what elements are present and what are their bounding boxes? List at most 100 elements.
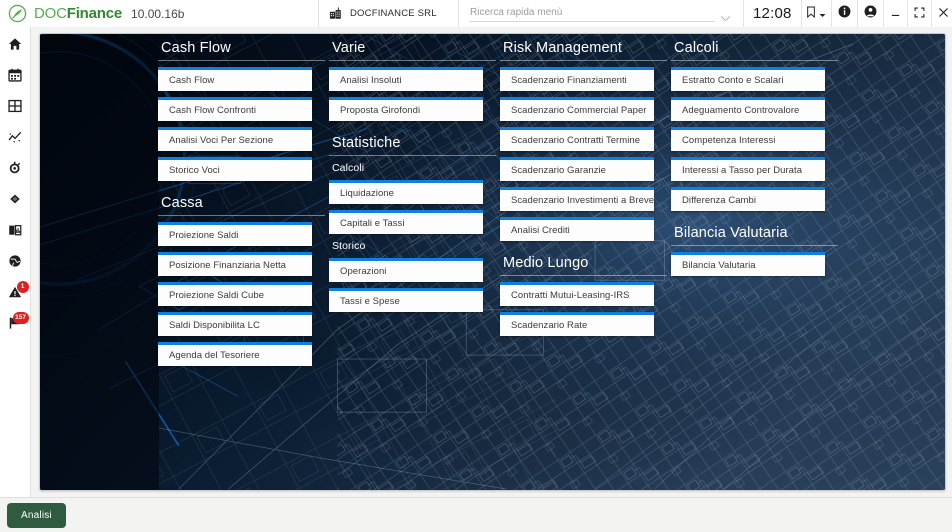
- menu-card-posizione-finanziaria-netta[interactable]: Posizione Finanziaria Netta: [158, 252, 312, 276]
- menu-card-operazioni[interactable]: Operazioni: [329, 258, 483, 282]
- menu-card-estratto-conto-e-scalari[interactable]: Estratto Conto e Scalari: [671, 67, 825, 91]
- menu-card-cash-flow[interactable]: Cash Flow: [158, 67, 312, 91]
- menu-card-scadenzario-finanziamenti[interactable]: Scadenzario Finanziamenti: [500, 67, 654, 91]
- chevron-down-icon[interactable]: [720, 9, 731, 22]
- menu-card-label: Agenda del Tesoriere: [169, 350, 260, 361]
- version-label: 10.00.16b: [131, 6, 185, 21]
- maximize-button[interactable]: [906, 0, 931, 27]
- close-icon: [938, 5, 949, 23]
- menu-card-label: Bilancia Valutaria: [682, 260, 756, 271]
- menu-card-competenza-interessi[interactable]: Competenza Interessi: [671, 127, 825, 151]
- app-title: DOCFinance: [34, 5, 122, 22]
- flags-badge: 157: [12, 312, 29, 324]
- menu-card-bilancia-valutaria[interactable]: Bilancia Valutaria: [671, 252, 825, 276]
- sidebar-item-flags[interactable]: 157: [0, 310, 31, 341]
- menu-card-label: Cash Flow Confronti: [169, 105, 257, 116]
- group-title-statistiche: Statistiche: [329, 135, 496, 156]
- menu-columns: Cash Flow Cash Flow Cash Flow Confronti …: [40, 34, 945, 490]
- left-sidebar: 1 157: [0, 27, 31, 497]
- menu-card-agenda-del-tesoriere[interactable]: Agenda del Tesoriere: [158, 342, 312, 366]
- company-selector[interactable]: DOCFINANCE SRL: [318, 0, 458, 27]
- menu-card-label: Scadenzario Finanziamenti: [511, 75, 627, 86]
- menu-card-adeguamento-controvalore[interactable]: Adeguamento Controvalore: [671, 97, 825, 121]
- menu-card-proiezione-saldi[interactable]: Proiezione Saldi: [158, 222, 312, 246]
- sidebar-item-analytics[interactable]: [0, 124, 31, 155]
- menu-card-scadenzario-rate[interactable]: Scadenzario Rate: [500, 312, 654, 336]
- open-book-icon: [8, 223, 22, 242]
- minimize-icon: [890, 5, 901, 23]
- menu-card-storico-voci[interactable]: Storico Voci: [158, 157, 312, 181]
- group-title-cash-flow: Cash Flow: [158, 40, 325, 61]
- menu-card-label: Scadenzario Rate: [511, 320, 588, 331]
- menu-card-proposta-girofondi[interactable]: Proposta Girofondi: [329, 97, 483, 121]
- menu-card-interessi-a-tasso-per-durata[interactable]: Interessi a Tasso per Durata: [671, 157, 825, 181]
- sidebar-item-tag[interactable]: [0, 186, 31, 217]
- caret-down-icon: [819, 5, 826, 23]
- maximize-icon: [914, 5, 925, 23]
- menu-card-label: Estratto Conto e Scalari: [682, 75, 784, 86]
- quick-search-area: [458, 0, 743, 27]
- menu-card-label: Analisi Crediti: [511, 225, 570, 236]
- clock-label: 12:08: [743, 0, 801, 27]
- group-title-calcoli: Calcoli: [671, 40, 838, 61]
- menu-card-cash-flow-confronti[interactable]: Cash Flow Confronti: [158, 97, 312, 121]
- menu-card-scadenzario-investimenti-a-breve[interactable]: Scadenzario Investimenti a Breve: [500, 187, 654, 211]
- menu-card-liquidazione[interactable]: Liquidazione: [329, 180, 483, 204]
- menu-card-label: Saldi Disponibilita LC: [169, 320, 260, 331]
- grid-table-icon: [8, 99, 22, 118]
- minimize-button[interactable]: [882, 0, 907, 27]
- menu-card-label: Interessi a Tasso per Durata: [682, 165, 803, 176]
- menu-card-analisi-insoluti[interactable]: Analisi Insoluti: [329, 67, 483, 91]
- search-input[interactable]: [470, 5, 715, 22]
- menu-card-contratti-mutui-leasing-irs[interactable]: Contratti Mutui-Leasing-IRS: [500, 282, 654, 306]
- menu-card-label: Operazioni: [340, 266, 387, 277]
- menu-card-label: Liquidazione: [340, 188, 394, 199]
- sidebar-item-world[interactable]: [0, 248, 31, 279]
- menu-card-capitali-e-tassi[interactable]: Capitali e Tassi: [329, 210, 483, 234]
- sidebar-item-settings[interactable]: [0, 155, 31, 186]
- brand-area: DOCFinance 10.00.16b: [0, 4, 318, 23]
- top-bar: DOCFinance 10.00.16b DOCFINANCE SRL Rice…: [0, 0, 952, 28]
- line-chart-icon: [8, 130, 22, 149]
- close-button[interactable]: [930, 0, 952, 27]
- docfinance-logo-icon: [8, 4, 27, 23]
- bookmark-button[interactable]: [800, 0, 831, 27]
- calendar-icon: [8, 68, 22, 87]
- menu-card-label: Tassi e Spese: [340, 296, 400, 307]
- menu-card-label: Analisi Insoluti: [340, 75, 402, 86]
- gear-icon: [8, 161, 22, 180]
- menu-card-label: Scadenzario Investimenti a Breve: [511, 195, 655, 206]
- group-title-cassa: Cassa: [158, 195, 325, 216]
- sidebar-item-calendar[interactable]: [0, 62, 31, 93]
- menu-column-4: Calcoli Estratto Conto e Scalari Adeguam…: [671, 40, 842, 490]
- account-button[interactable]: [856, 0, 883, 27]
- subgroup-title-calcoli: Calcoli: [332, 162, 365, 174]
- home-icon: [8, 37, 22, 56]
- menu-panel: Cash Flow Cash Flow Cash Flow Confronti …: [39, 33, 946, 491]
- menu-card-tassi-e-spese[interactable]: Tassi e Spese: [329, 288, 483, 312]
- menu-card-scadenzario-garanzie[interactable]: Scadenzario Garanzie: [500, 157, 654, 181]
- menu-card-saldi-disponibilita-lc[interactable]: Saldi Disponibilita LC: [158, 312, 312, 336]
- sidebar-item-reports[interactable]: [0, 217, 31, 248]
- menu-card-proiezione-saldi-cube[interactable]: Proiezione Saldi Cube: [158, 282, 312, 306]
- sidebar-item-home[interactable]: [0, 31, 31, 62]
- menu-card-analisi-crediti[interactable]: Analisi Crediti: [500, 217, 654, 241]
- menu-card-label: Proiezione Saldi: [169, 230, 239, 241]
- menu-card-scadenzario-contratti-termine[interactable]: Scadenzario Contratti Termine: [500, 127, 654, 151]
- group-title-bilancia-valutaria: Bilancia Valutaria: [671, 225, 838, 246]
- menu-card-label: Contratti Mutui-Leasing-IRS: [511, 290, 630, 301]
- group-title-varie: Varie: [329, 40, 496, 61]
- sidebar-item-alerts[interactable]: 1: [0, 279, 31, 310]
- menu-card-analisi-voci-per-sezione[interactable]: Analisi Voci Per Sezione: [158, 127, 312, 151]
- sidebar-item-grid[interactable]: [0, 93, 31, 124]
- taskbar-button-analisi[interactable]: Analisi: [7, 502, 66, 528]
- menu-card-label: Competenza Interessi: [682, 135, 776, 146]
- menu-card-label: Storico Voci: [169, 165, 220, 176]
- info-button[interactable]: [830, 0, 857, 27]
- logo-doc-text: DOC: [34, 5, 67, 22]
- menu-card-differenza-cambi[interactable]: Differenza Cambi: [671, 187, 825, 211]
- alerts-badge: 1: [16, 281, 29, 293]
- menu-card-scadenzario-commercial-paper[interactable]: Scadenzario Commercial Paper: [500, 97, 654, 121]
- subgroup-title-storico: Storico: [332, 240, 366, 252]
- taskbar: Analisi: [0, 497, 952, 532]
